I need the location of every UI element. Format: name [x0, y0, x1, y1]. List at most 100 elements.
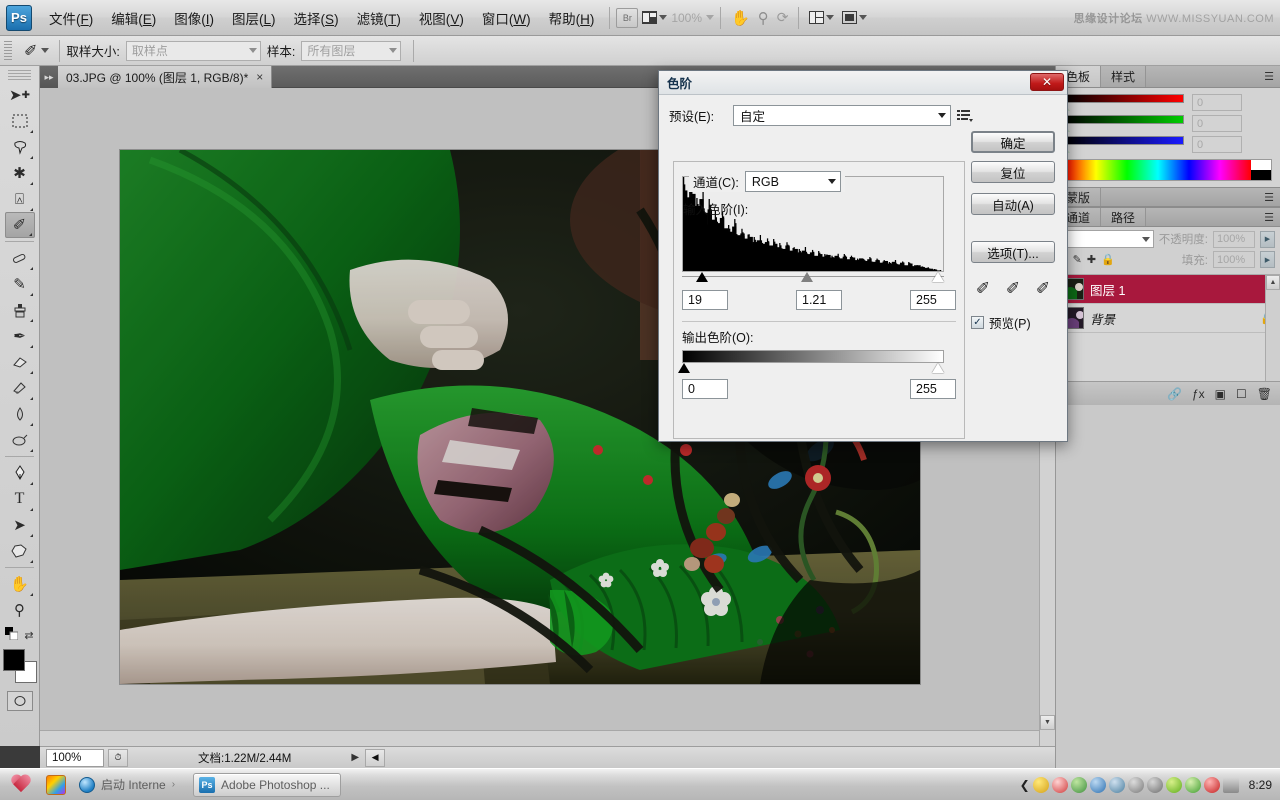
menu-help[interactable]: 帮助(H): [540, 4, 604, 32]
network-icon[interactable]: [1089, 776, 1106, 793]
opacity-value[interactable]: 100%: [1213, 230, 1255, 248]
levels-dialog[interactable]: 色阶 ✕ 预设(E): 自定 19 1.21 255 输出色阶(O): 0 25…: [658, 70, 1068, 442]
mask-panel-menu-icon[interactable]: ☰: [1258, 188, 1280, 206]
layer-mask-icon[interactable]: ▣: [1215, 387, 1226, 401]
wireless-icon[interactable]: [1108, 776, 1125, 793]
screen-mode-icon[interactable]: [638, 9, 671, 26]
magic-wand-tool[interactable]: ✱: [5, 160, 35, 186]
preview-row[interactable]: ✓ 预览(P): [971, 313, 1055, 332]
update-icon[interactable]: [1165, 776, 1182, 793]
input-black-point-thumb[interactable]: [696, 272, 708, 282]
pen-tool[interactable]: [5, 460, 35, 486]
taskbar-item-ie[interactable]: 启动 Interne ›: [74, 773, 185, 797]
tab-paths[interactable]: 路径: [1101, 208, 1147, 226]
delete-layer-icon[interactable]: 🗑: [1257, 387, 1272, 401]
spectrum-whiteblack[interactable]: [1251, 160, 1271, 180]
input-black-field[interactable]: 19: [682, 290, 728, 310]
fill-stepper[interactable]: ▶: [1260, 251, 1275, 268]
arrange-documents-icon[interactable]: [805, 9, 838, 26]
type-tool[interactable]: T: [5, 486, 35, 512]
blue-slider-track[interactable]: [1064, 136, 1184, 145]
quick-mask-toggle[interactable]: [6, 691, 33, 711]
new-group-icon[interactable]: ☐: [1236, 387, 1247, 401]
color-slider-green[interactable]: 0: [1060, 115, 1272, 132]
menu-layer[interactable]: 图层(L): [223, 4, 285, 32]
input-white-field[interactable]: 255: [910, 290, 956, 310]
output-white-field[interactable]: 255: [910, 379, 956, 399]
color-swatches[interactable]: [2, 649, 37, 683]
canvas-horizontal-scrollbar[interactable]: [40, 730, 1039, 746]
path-selection-tool[interactable]: ➤: [5, 512, 35, 538]
options-bar-grip[interactable]: [4, 40, 12, 61]
lock-image-icon[interactable]: ✎: [1073, 253, 1082, 266]
brush-tool[interactable]: ✎: [5, 271, 35, 297]
lock-all-icon[interactable]: 🔒: [1101, 253, 1115, 266]
input-gamma-thumb[interactable]: [801, 272, 813, 282]
bridge-button[interactable]: Br: [616, 7, 639, 28]
foreground-color-swatch[interactable]: [2, 649, 25, 671]
menu-view[interactable]: 视图(V): [410, 4, 473, 32]
color-slider-red[interactable]: 0: [1060, 94, 1272, 111]
gradient-tool[interactable]: [5, 375, 35, 401]
lasso-tool[interactable]: [5, 134, 35, 160]
dodge-tool[interactable]: [5, 427, 35, 453]
qq-icon[interactable]: [1051, 776, 1068, 793]
menu-image[interactable]: 图像(I): [165, 4, 223, 32]
spectrum-hues[interactable]: [1065, 160, 1251, 180]
swap-colors-icon[interactable]: ⇄: [24, 629, 33, 642]
opacity-stepper[interactable]: ▶: [1260, 230, 1275, 248]
panel-expand-arrows-icon[interactable]: ▸▸: [40, 66, 58, 88]
red-slider-track[interactable]: [1064, 94, 1184, 103]
shield-gray-icon[interactable]: [1146, 776, 1163, 793]
sample-size-select[interactable]: 取样点: [125, 40, 261, 61]
color-slider-blue[interactable]: 0: [1060, 136, 1272, 153]
channel-select[interactable]: RGB: [744, 171, 841, 192]
zoom-tool-icon[interactable]: ⚲: [754, 7, 773, 29]
green-value[interactable]: 0: [1192, 115, 1242, 132]
eyedropper-tool[interactable]: ✐: [4, 212, 35, 238]
healing-brush-tool[interactable]: [5, 245, 35, 271]
color-spectrum-ramp[interactable]: [1064, 159, 1272, 181]
blend-mode-select[interactable]: [1061, 230, 1154, 248]
start-button[interactable]: [6, 772, 36, 798]
clone-stamp-tool[interactable]: [5, 297, 35, 323]
status-zoom-field[interactable]: 100%: [46, 748, 104, 767]
options-button[interactable]: 选项(T)...: [971, 241, 1055, 263]
clock-time[interactable]: 8:29: [1249, 778, 1272, 792]
move-tool[interactable]: ➤ ✚: [5, 82, 35, 108]
pen-icon[interactable]: [1127, 776, 1144, 793]
globe-icon[interactable]: [1070, 776, 1087, 793]
menu-file[interactable]: 文件(F): [40, 4, 102, 32]
eraser-tool[interactable]: [5, 349, 35, 375]
auto-button[interactable]: 自动(A): [971, 193, 1055, 215]
photo-viewer-icon[interactable]: [46, 774, 66, 795]
chevron-left-icon[interactable]: ❮: [1020, 778, 1030, 792]
document-tab[interactable]: 03.JPG @ 100% (图层 1, RGB/8)* ×: [58, 66, 273, 88]
output-levels-slider[interactable]: [678, 363, 944, 375]
menu-select[interactable]: 选择(S): [285, 4, 348, 32]
taskbar-item-photoshop[interactable]: Ps Adobe Photoshop ...: [193, 772, 341, 797]
menu-edit[interactable]: 编辑(E): [102, 4, 165, 32]
tab-styles[interactable]: 样式: [1101, 66, 1147, 87]
marquee-tool[interactable]: [5, 108, 35, 134]
input-gamma-field[interactable]: 1.21: [796, 290, 842, 310]
output-black-point-thumb[interactable]: [678, 363, 690, 373]
default-colors-icon[interactable]: [5, 627, 19, 643]
layers-scrollbar[interactable]: ▲: [1265, 275, 1280, 381]
fill-value[interactable]: 100%: [1213, 251, 1255, 268]
output-black-field[interactable]: 0: [682, 379, 728, 399]
preset-select[interactable]: 自定: [733, 105, 951, 126]
set-gray-point-eyedropper[interactable]: ✐: [1001, 277, 1025, 301]
green-slider-track[interactable]: [1064, 115, 1184, 124]
layer-row[interactable]: 图层 1: [1056, 275, 1280, 304]
close-icon[interactable]: ✕: [1030, 73, 1064, 91]
blue-value[interactable]: 0: [1192, 136, 1242, 153]
chevron-right-icon[interactable]: ›: [172, 779, 175, 790]
scroll-down-icon[interactable]: ▼: [1040, 715, 1055, 730]
hand-tool[interactable]: ✋: [5, 571, 35, 597]
zoom-tool[interactable]: ⚲: [5, 597, 35, 623]
money-icon[interactable]: [1032, 776, 1049, 793]
hand-tool-icon[interactable]: ✋: [727, 7, 754, 29]
levels-dialog-title-bar[interactable]: 色阶 ✕: [659, 71, 1067, 95]
input-levels-slider[interactable]: [682, 272, 944, 284]
